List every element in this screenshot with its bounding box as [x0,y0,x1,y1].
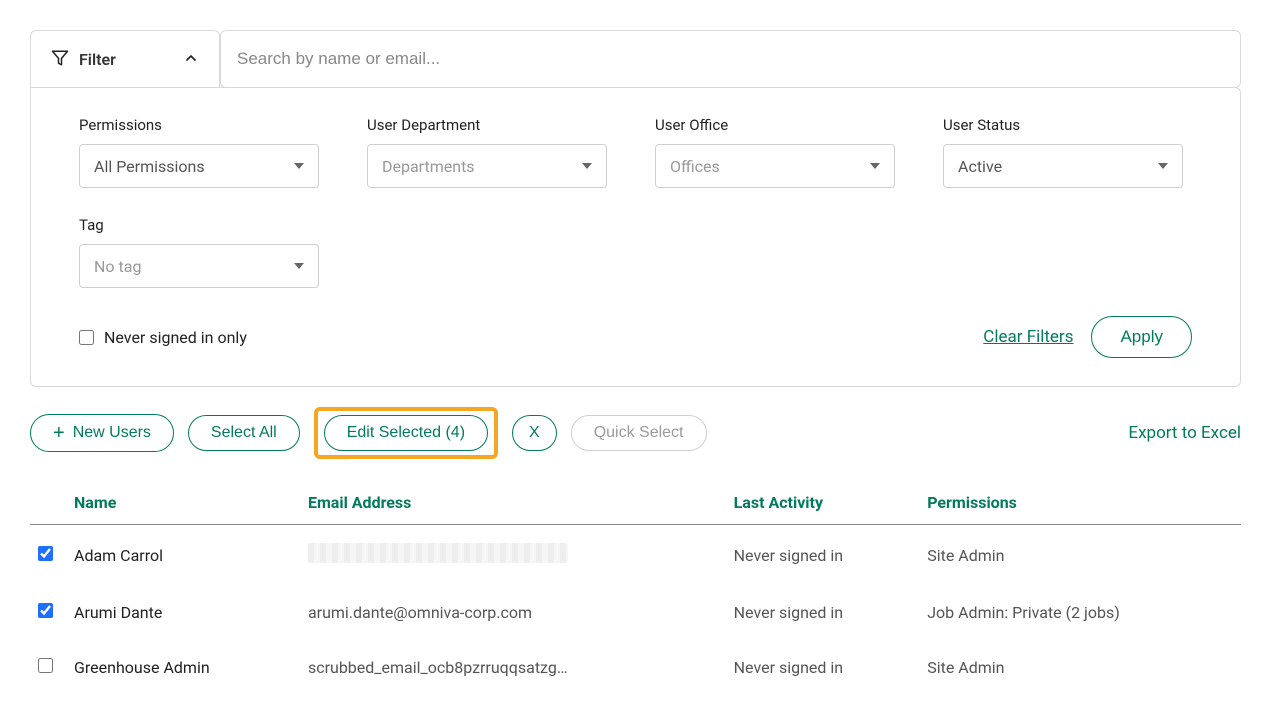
permissions-value: All Permissions [94,157,205,176]
department-label: User Department [367,116,607,134]
permissions-select[interactable]: All Permissions [79,144,319,188]
cell-last-activity: Never signed in [726,640,920,695]
apply-button[interactable]: Apply [1091,316,1192,358]
table-row: Greenhouse Adminscrubbed_email_ocb8pzrru… [30,640,1241,695]
row-checkbox[interactable] [38,603,53,618]
cell-name: Greenhouse Admin [66,640,300,695]
filter-icon [51,49,69,71]
cell-email [300,525,726,586]
col-last-activity[interactable]: Last Activity [726,481,920,525]
row-checkbox[interactable] [38,546,53,561]
edit-selected-highlight: Edit Selected (4) [314,407,498,459]
col-name[interactable]: Name [66,481,300,525]
users-table: Name Email Address Last Activity Permiss… [30,481,1241,695]
col-permissions[interactable]: Permissions [919,481,1241,525]
filter-label: Filter [79,50,116,69]
status-value: Active [958,157,1002,176]
filter-toggle[interactable]: Filter [30,30,220,88]
office-value: Offices [670,157,720,176]
caret-down-icon [1158,163,1168,169]
cell-last-activity: Never signed in [726,525,920,586]
cell-last-activity: Never signed in [726,585,920,640]
export-excel-link[interactable]: Export to Excel [1128,423,1241,443]
office-select[interactable]: Offices [655,144,895,188]
cell-permissions: Job Admin: Private (2 jobs) [919,585,1241,640]
cell-name: Arumi Dante [66,585,300,640]
caret-down-icon [294,263,304,269]
tag-value: No tag [94,257,141,276]
clear-selection-button[interactable]: X [512,415,557,451]
select-all-button[interactable]: Select All [188,415,300,451]
caret-down-icon [582,163,592,169]
caret-down-icon [870,163,880,169]
never-signed-in-label: Never signed in only [104,328,247,347]
never-signed-in-checkbox[interactable] [79,330,94,345]
status-select[interactable]: Active [943,144,1183,188]
tag-select[interactable]: No tag [79,244,319,288]
table-row: Arumi Dantearumi.dante@omniva-corp.comNe… [30,585,1241,640]
cell-name: Adam Carrol [66,525,300,586]
cell-permissions: Site Admin [919,525,1241,586]
cell-email: arumi.dante@omniva-corp.com [300,585,726,640]
new-users-label: New Users [73,424,151,442]
col-email[interactable]: Email Address [300,481,726,525]
department-select[interactable]: Departments [367,144,607,188]
search-input[interactable] [220,30,1241,88]
table-row: Adam Carrol Never signed inSite Admin [30,525,1241,586]
new-users-button[interactable]: + New Users [30,414,174,452]
department-value: Departments [382,157,475,176]
office-label: User Office [655,116,895,134]
clear-filters-link[interactable]: Clear Filters [983,327,1073,347]
edit-selected-button[interactable]: Edit Selected (4) [324,415,488,451]
row-checkbox[interactable] [38,658,53,673]
permissions-label: Permissions [79,116,319,134]
caret-down-icon [294,163,304,169]
chevron-up-icon [183,50,199,70]
cell-email: scrubbed_email_ocb8pzrruqqsatzg… [300,640,726,695]
status-label: User Status [943,116,1183,134]
tag-label: Tag [79,216,319,234]
redacted-email [308,543,568,563]
filter-panel: Permissions All Permissions User Departm… [30,87,1241,387]
plus-icon: + [53,423,65,443]
quick-select-button[interactable]: Quick Select [571,415,707,451]
cell-permissions: Site Admin [919,640,1241,695]
